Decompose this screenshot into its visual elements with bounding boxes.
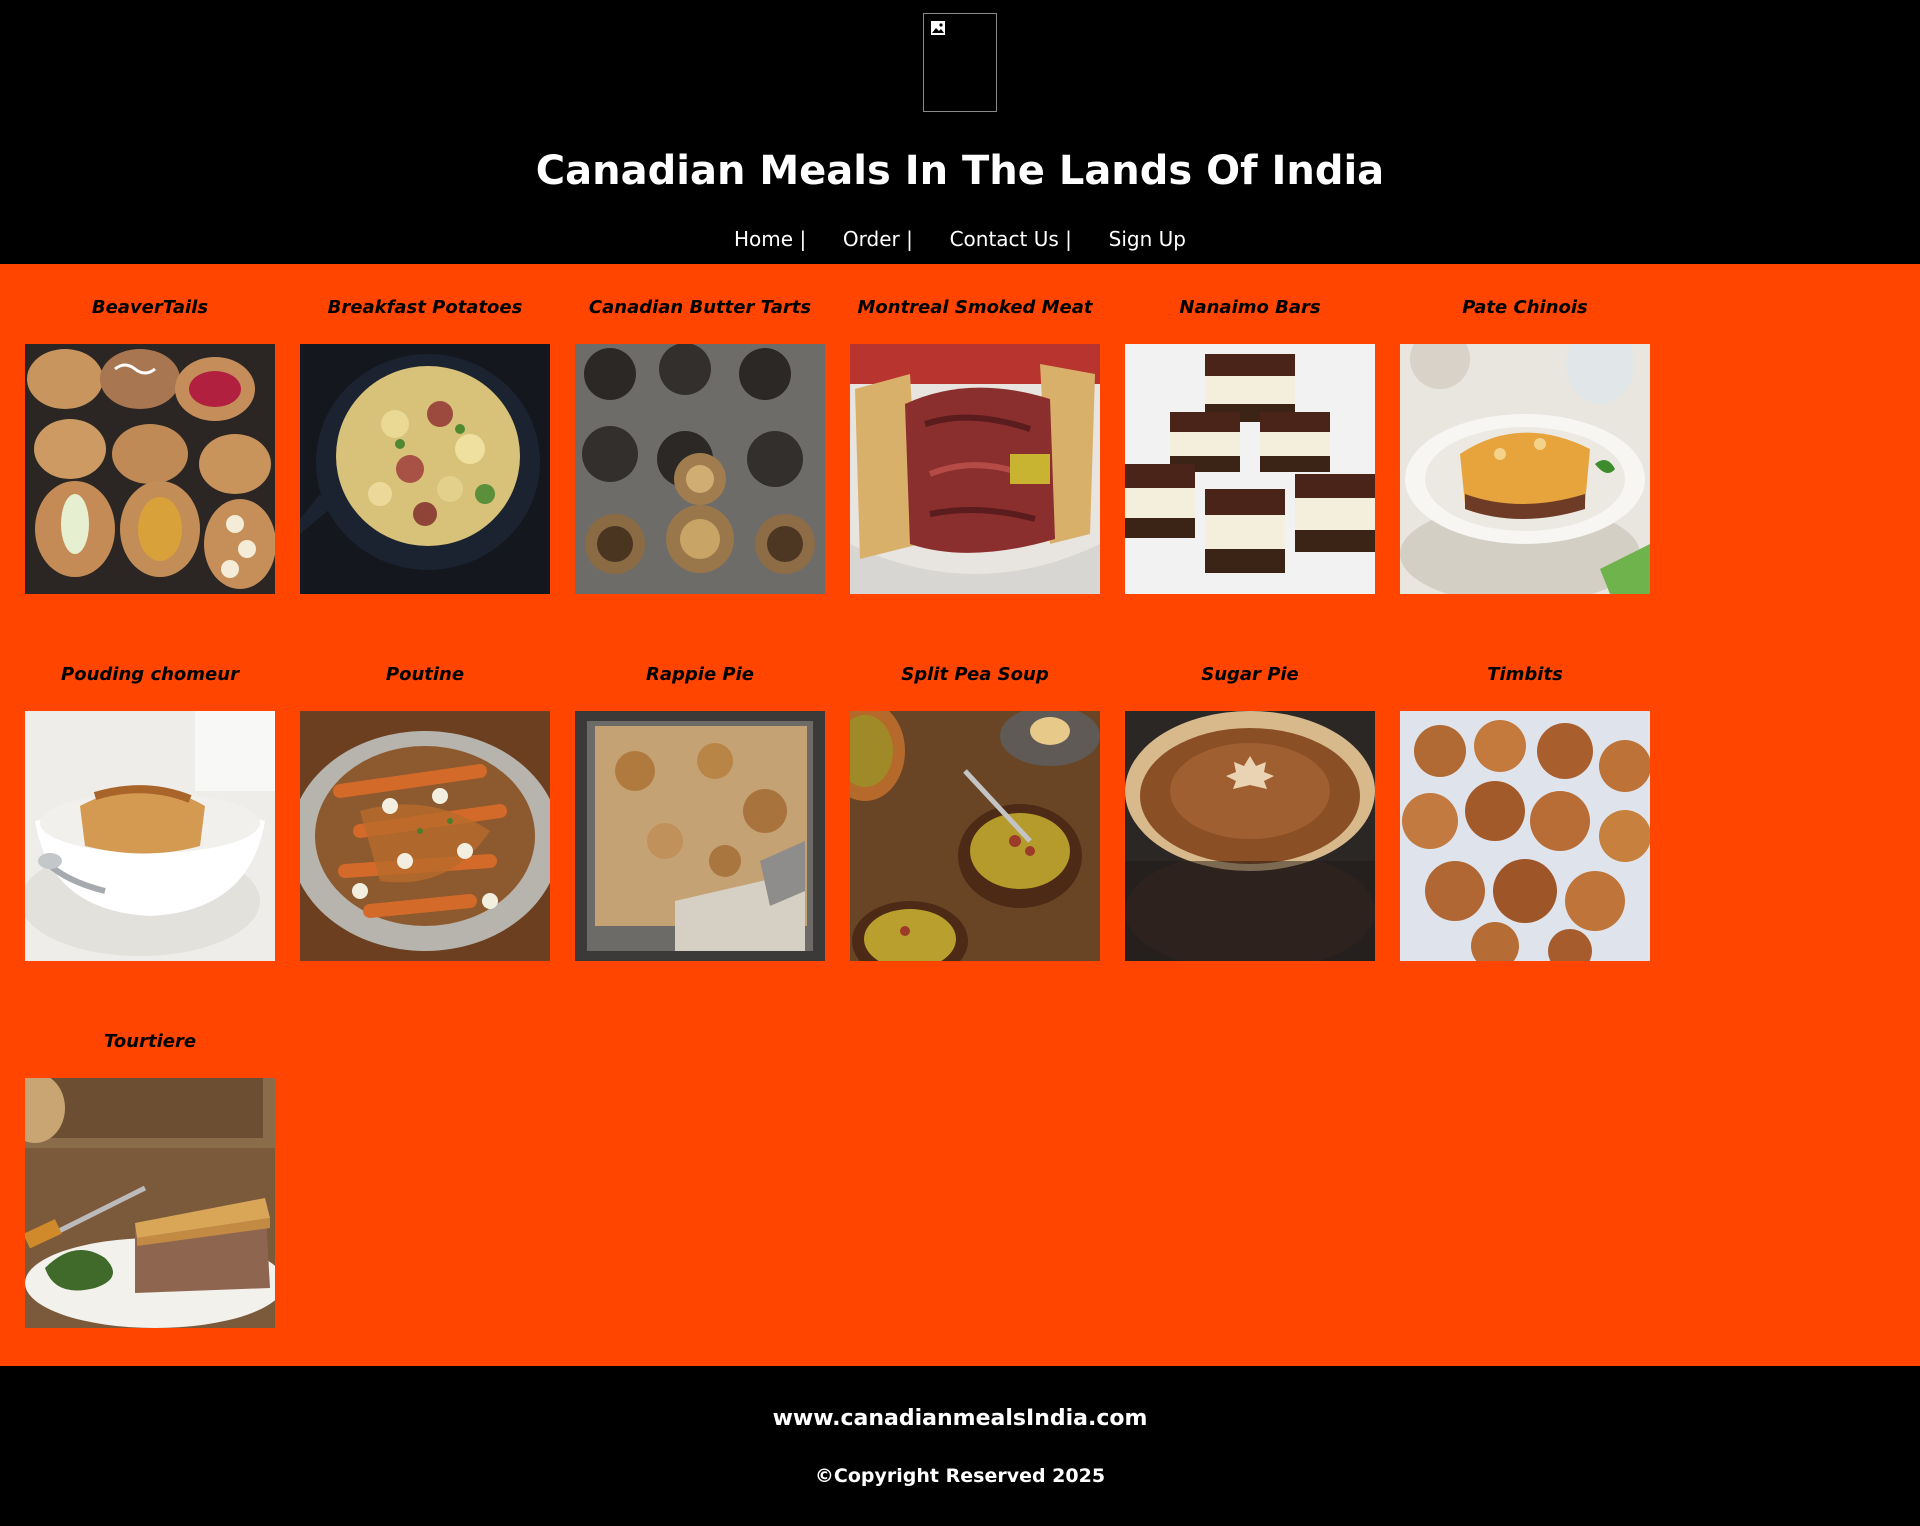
site-header: Canadian Meals In The Lands Of India Hom…	[0, 0, 1920, 264]
meal-image-breakfast-potatoes[interactable]	[300, 344, 550, 594]
meal-image-montreal-smoked-meat[interactable]	[850, 344, 1100, 594]
meal-image-timbits[interactable]	[1400, 711, 1650, 961]
meal-title: Nanaimo Bars	[1179, 297, 1321, 318]
meal-title: Timbits	[1487, 664, 1563, 685]
footer-website-url: www.canadianmealsIndia.com	[772, 1406, 1148, 1431]
meal-image-nanaimo-bars[interactable]	[1125, 344, 1375, 594]
meal-title: Sugar Pie	[1201, 664, 1299, 685]
meal-image-beavertails[interactable]	[25, 344, 275, 594]
meal-title: Pate Chinois	[1462, 297, 1588, 318]
nav-separator: |	[906, 227, 913, 251]
meal-title: BeaverTails	[91, 297, 209, 318]
meal-title: Poutine	[385, 664, 465, 685]
meal-title: Canadian Butter Tarts	[588, 297, 812, 318]
footer-copyright: ©Copyright Reserved 2025	[814, 1465, 1106, 1487]
site-footer: www.canadianmealsIndia.com ©Copyright Re…	[0, 1366, 1920, 1526]
main-nav: Home | Order | Contact Us | Sign Up	[0, 223, 1920, 255]
meal-image-pouding-chomeur[interactable]	[25, 711, 275, 961]
nav-separator: |	[1065, 227, 1072, 251]
meal-gallery: BeaverTails Breakfast Potatoes Canadian …	[0, 264, 1920, 1366]
nav-link-contact-us[interactable]: Contact Us	[950, 227, 1059, 251]
nav-link-home[interactable]: Home	[734, 227, 793, 251]
meal-title: Rappie Pie	[646, 664, 754, 685]
nav-link-order[interactable]: Order	[843, 227, 900, 251]
meal-image-tourtiere[interactable]	[25, 1078, 275, 1328]
meal-image-rappie-pie[interactable]	[575, 711, 825, 961]
meal-image-pate-chinois[interactable]	[1400, 344, 1650, 594]
meal-image-canadian-butter-tarts[interactable]	[575, 344, 825, 594]
meal-title: Split Pea Soup	[901, 664, 1049, 685]
page-title: Canadian Meals In The Lands Of India	[535, 148, 1385, 194]
nav-link-sign-up[interactable]: Sign Up	[1109, 227, 1186, 251]
meal-image-sugar-pie[interactable]	[1125, 711, 1375, 961]
meal-image-split-pea-soup[interactable]	[850, 711, 1100, 961]
broken-image-icon	[931, 21, 945, 35]
logo-image[interactable]	[923, 13, 997, 112]
nav-separator: |	[799, 227, 807, 251]
meal-title: Montreal Smoked Meat	[857, 297, 1093, 318]
meal-title: Breakfast Potatoes	[327, 297, 523, 318]
meal-title: Pouding chomeur	[61, 664, 239, 685]
meal-image-poutine[interactable]	[300, 711, 550, 961]
meal-title: Tourtiere	[103, 1031, 197, 1052]
